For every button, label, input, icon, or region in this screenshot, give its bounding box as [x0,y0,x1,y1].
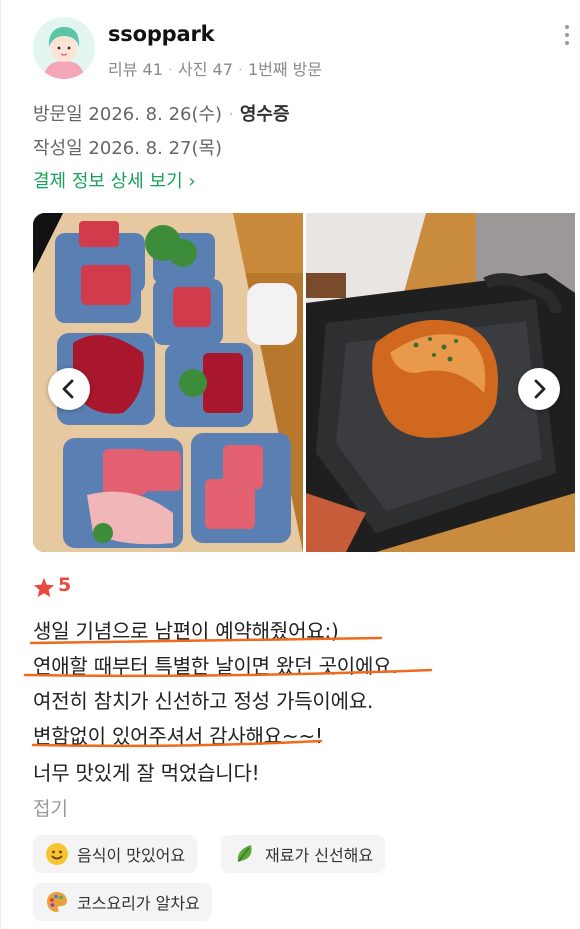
receipt-badge: 영수증 [239,104,290,125]
keyword-tag[interactable]: 재료가 신선해요 [221,835,386,873]
keyword-tag[interactable]: 코스요리가 알차요 [33,883,212,921]
visit-date-label: 방문일 [33,104,83,125]
visit-date-row: 방문일 2026. 8. 26(수) · 영수증 [33,100,290,126]
review-line-1: 생일 기념으로 남편이 예약해줬어요:) [33,619,339,643]
rating-value: 5 [58,574,72,596]
separator-dot: · [167,60,173,79]
carousel-prev-button[interactable] [48,368,90,410]
smile-emoji-icon [46,843,68,865]
avatar[interactable] [33,17,95,79]
review-line-5: 너무 맛있게 잘 먹었습니다! [33,761,260,785]
review-line-2: 연애할 때부터 특별한 날이면 왔던 곳이에요. [33,654,398,678]
written-date-row: 작성일 2026. 8. 27(목) [33,134,222,160]
keyword-tag[interactable]: 음식이 맛있어요 [33,835,198,873]
star-icon [33,577,55,598]
tag-label: 코스요리가 알차요 [77,894,200,913]
review-card: ssoppark 리뷰 41 · 사진 47 · 1번째 방문 방문일 2026. 8.… [0,0,580,929]
photo-carousel[interactable] [33,213,575,552]
written-date-label: 작성일 [33,138,83,159]
user-stats: 리뷰 41 · 사진 47 · 1번째 방문 [108,56,322,80]
review-line-3: 여전히 참치가 신선하고 정성 가득이에요. [33,689,374,713]
separator-dot: · [228,104,234,125]
leaf-icon [237,845,252,862]
palette-icon [47,892,67,912]
tag-label: 음식이 맛있어요 [77,846,186,865]
photo-count: 사진 47 [177,60,233,79]
more-options-icon[interactable] [557,25,577,53]
tag-label: 재료가 신선해요 [265,846,374,865]
review-line-4: 변함없이 있어주셔서 감사해요~~! [33,724,323,748]
visit-count: 1번째 방문 [247,60,323,79]
chevron-left-icon [62,379,74,399]
review-count: 리뷰 41 [108,60,163,79]
fold-button[interactable]: 접기 [33,794,68,821]
written-date: 2026. 8. 27(목) [88,138,223,159]
separator-dot: · [237,60,243,79]
payment-detail-link[interactable]: 결제 정보 상세 보기 › [33,167,196,193]
username[interactable]: ssoppark [108,22,215,46]
chevron-right-icon [534,379,546,399]
visit-date: 2026. 8. 26(수) [88,104,223,125]
carousel-next-button[interactable] [518,368,560,410]
